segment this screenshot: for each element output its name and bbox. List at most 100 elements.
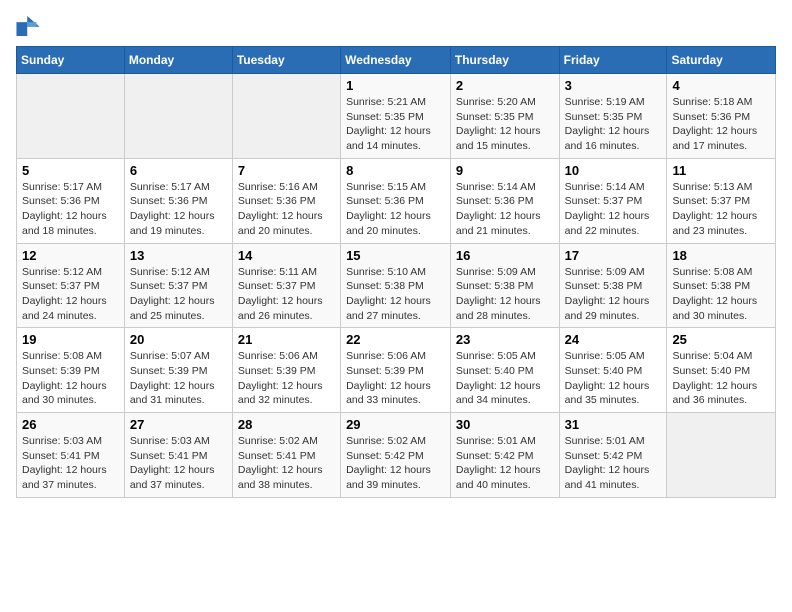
day-info: Sunrise: 5:17 AMSunset: 5:36 PMDaylight:… (22, 180, 119, 239)
calendar-cell (17, 74, 125, 159)
calendar-cell: 31 Sunrise: 5:01 AMSunset: 5:42 PMDayligh… (559, 413, 667, 498)
day-number: 14 (238, 248, 335, 263)
week-row-0: 1 Sunrise: 5:21 AMSunset: 5:35 PMDaylight… (17, 74, 776, 159)
calendar-cell: 22 Sunrise: 5:06 AMSunset: 5:39 PMDayligh… (341, 328, 451, 413)
day-number: 22 (346, 332, 445, 347)
calendar-cell: 21 Sunrise: 5:06 AMSunset: 5:39 PMDayligh… (232, 328, 340, 413)
day-number: 28 (238, 417, 335, 432)
calendar-cell: 25Sunrise: 5:04 AMSunset: 5:40 PMDayligh… (667, 328, 776, 413)
day-info: Sunrise: 5:06 AMSunset: 5:39 PMDaylight:… (238, 349, 335, 408)
day-number: 7 (238, 163, 335, 178)
day-number: 30 (456, 417, 554, 432)
week-row-2: 12 Sunrise: 5:12 AMSunset: 5:37 PMDayligh… (17, 243, 776, 328)
calendar-cell: 28 Sunrise: 5:02 AMSunset: 5:41 PMDayligh… (232, 413, 340, 498)
day-info: Sunrise: 5:01 AMSunset: 5:42 PMDaylight:… (565, 434, 662, 493)
calendar-cell: 1 Sunrise: 5:21 AMSunset: 5:35 PMDaylight… (341, 74, 451, 159)
day-info: Sunrise: 5:12 AMSunset: 5:37 PMDaylight:… (130, 265, 227, 324)
day-number: 15 (346, 248, 445, 263)
day-number: 19 (22, 332, 119, 347)
day-info: Sunrise: 5:05 AMSunset: 5:40 PMDaylight:… (565, 349, 662, 408)
day-info: Sunrise: 5:09 AMSunset: 5:38 PMDaylight:… (456, 265, 554, 324)
day-info: Sunrise: 5:14 AMSunset: 5:36 PMDaylight:… (456, 180, 554, 239)
calendar-cell: 6 Sunrise: 5:17 AMSunset: 5:36 PMDaylight… (124, 158, 232, 243)
day-number: 16 (456, 248, 554, 263)
day-info: Sunrise: 5:03 AMSunset: 5:41 PMDaylight:… (22, 434, 119, 493)
calendar-cell: 12Sunrise: 5:12 AMSunset: 5:37 PMDayligh… (17, 243, 125, 328)
header (16, 16, 776, 36)
header-row: SundayMondayTuesdayWednesdayThursdayFrid… (17, 47, 776, 74)
day-number: 2 (456, 78, 554, 93)
calendar-cell: 20 Sunrise: 5:07 AMSunset: 5:39 PMDayligh… (124, 328, 232, 413)
day-info: Sunrise: 5:08 AMSunset: 5:38 PMDaylight:… (672, 265, 770, 324)
day-info: Sunrise: 5:15 AMSunset: 5:36 PMDaylight:… (346, 180, 445, 239)
day-number: 6 (130, 163, 227, 178)
week-row-1: 5 Sunrise: 5:17 AMSunset: 5:36 PMDaylight… (17, 158, 776, 243)
day-info: Sunrise: 5:05 AMSunset: 5:40 PMDaylight:… (456, 349, 554, 408)
header-day-saturday: Saturday (667, 47, 776, 74)
calendar-cell: 7 Sunrise: 5:16 AMSunset: 5:36 PMDaylight… (232, 158, 340, 243)
day-number: 26 (22, 417, 119, 432)
day-info: Sunrise: 5:09 AMSunset: 5:38 PMDaylight:… (565, 265, 662, 324)
calendar-cell: 23 Sunrise: 5:05 AMSunset: 5:40 PMDayligh… (450, 328, 559, 413)
header-day-thursday: Thursday (450, 47, 559, 74)
day-number: 31 (565, 417, 662, 432)
day-info: Sunrise: 5:13 AMSunset: 5:37 PMDaylight:… (672, 180, 770, 239)
day-number: 1 (346, 78, 445, 93)
calendar-cell: 19 Sunrise: 5:08 AMSunset: 5:39 PMDayligh… (17, 328, 125, 413)
day-number: 12 (22, 248, 119, 263)
calendar-cell: 29Sunrise: 5:02 AMSunset: 5:42 PMDayligh… (341, 413, 451, 498)
day-info: Sunrise: 5:18 AMSunset: 5:36 PMDaylight:… (672, 95, 770, 154)
day-info: Sunrise: 5:02 AMSunset: 5:41 PMDaylight:… (238, 434, 335, 493)
day-number: 3 (565, 78, 662, 93)
day-info: Sunrise: 5:14 AMSunset: 5:37 PMDaylight:… (565, 180, 662, 239)
day-number: 18 (672, 248, 770, 263)
day-info: Sunrise: 5:06 AMSunset: 5:39 PMDaylight:… (346, 349, 445, 408)
calendar-cell: 13 Sunrise: 5:12 AMSunset: 5:37 PMDayligh… (124, 243, 232, 328)
calendar-cell: 18 Sunrise: 5:08 AMSunset: 5:38 PMDayligh… (667, 243, 776, 328)
day-info: Sunrise: 5:10 AMSunset: 5:38 PMDaylight:… (346, 265, 445, 324)
day-number: 9 (456, 163, 554, 178)
calendar-table: SundayMondayTuesdayWednesdayThursdayFrid… (16, 46, 776, 498)
day-number: 5 (22, 163, 119, 178)
calendar-cell: 17 Sunrise: 5:09 AMSunset: 5:38 PMDayligh… (559, 243, 667, 328)
day-number: 23 (456, 332, 554, 347)
day-number: 4 (672, 78, 770, 93)
day-info: Sunrise: 5:21 AMSunset: 5:35 PMDaylight:… (346, 95, 445, 154)
day-info: Sunrise: 5:16 AMSunset: 5:36 PMDaylight:… (238, 180, 335, 239)
day-info: Sunrise: 5:01 AMSunset: 5:42 PMDaylight:… (456, 434, 554, 493)
day-number: 13 (130, 248, 227, 263)
day-number: 21 (238, 332, 335, 347)
day-number: 24 (565, 332, 662, 347)
header-day-monday: Monday (124, 47, 232, 74)
calendar-cell: 10 Sunrise: 5:14 AMSunset: 5:37 PMDayligh… (559, 158, 667, 243)
calendar-cell: 26 Sunrise: 5:03 AMSunset: 5:41 PMDayligh… (17, 413, 125, 498)
calendar-cell (232, 74, 340, 159)
day-info: Sunrise: 5:07 AMSunset: 5:39 PMDaylight:… (130, 349, 227, 408)
calendar-cell: 15 Sunrise: 5:10 AMSunset: 5:38 PMDayligh… (341, 243, 451, 328)
day-number: 8 (346, 163, 445, 178)
day-number: 29 (346, 417, 445, 432)
calendar-cell: 30 Sunrise: 5:01 AMSunset: 5:42 PMDayligh… (450, 413, 559, 498)
day-number: 17 (565, 248, 662, 263)
day-number: 20 (130, 332, 227, 347)
calendar-cell (667, 413, 776, 498)
header-day-tuesday: Tuesday (232, 47, 340, 74)
week-row-3: 19 Sunrise: 5:08 AMSunset: 5:39 PMDayligh… (17, 328, 776, 413)
day-info: Sunrise: 5:17 AMSunset: 5:36 PMDaylight:… (130, 180, 227, 239)
day-info: Sunrise: 5:11 AMSunset: 5:37 PMDaylight:… (238, 265, 335, 324)
day-number: 27 (130, 417, 227, 432)
day-info: Sunrise: 5:19 AMSunset: 5:35 PMDaylight:… (565, 95, 662, 154)
header-day-friday: Friday (559, 47, 667, 74)
calendar-cell: 14 Sunrise: 5:11 AMSunset: 5:37 PMDayligh… (232, 243, 340, 328)
header-day-wednesday: Wednesday (341, 47, 451, 74)
day-number: 25 (672, 332, 770, 347)
day-number: 10 (565, 163, 662, 178)
day-info: Sunrise: 5:20 AMSunset: 5:35 PMDaylight:… (456, 95, 554, 154)
logo-icon (16, 16, 40, 36)
calendar-cell: 2 Sunrise: 5:20 AMSunset: 5:35 PMDaylight… (450, 74, 559, 159)
calendar-cell: 24 Sunrise: 5:05 AMSunset: 5:40 PMDayligh… (559, 328, 667, 413)
day-info: Sunrise: 5:03 AMSunset: 5:41 PMDaylight:… (130, 434, 227, 493)
calendar-cell: 5 Sunrise: 5:17 AMSunset: 5:36 PMDaylight… (17, 158, 125, 243)
day-info: Sunrise: 5:08 AMSunset: 5:39 PMDaylight:… (22, 349, 119, 408)
calendar-cell: 27 Sunrise: 5:03 AMSunset: 5:41 PMDayligh… (124, 413, 232, 498)
